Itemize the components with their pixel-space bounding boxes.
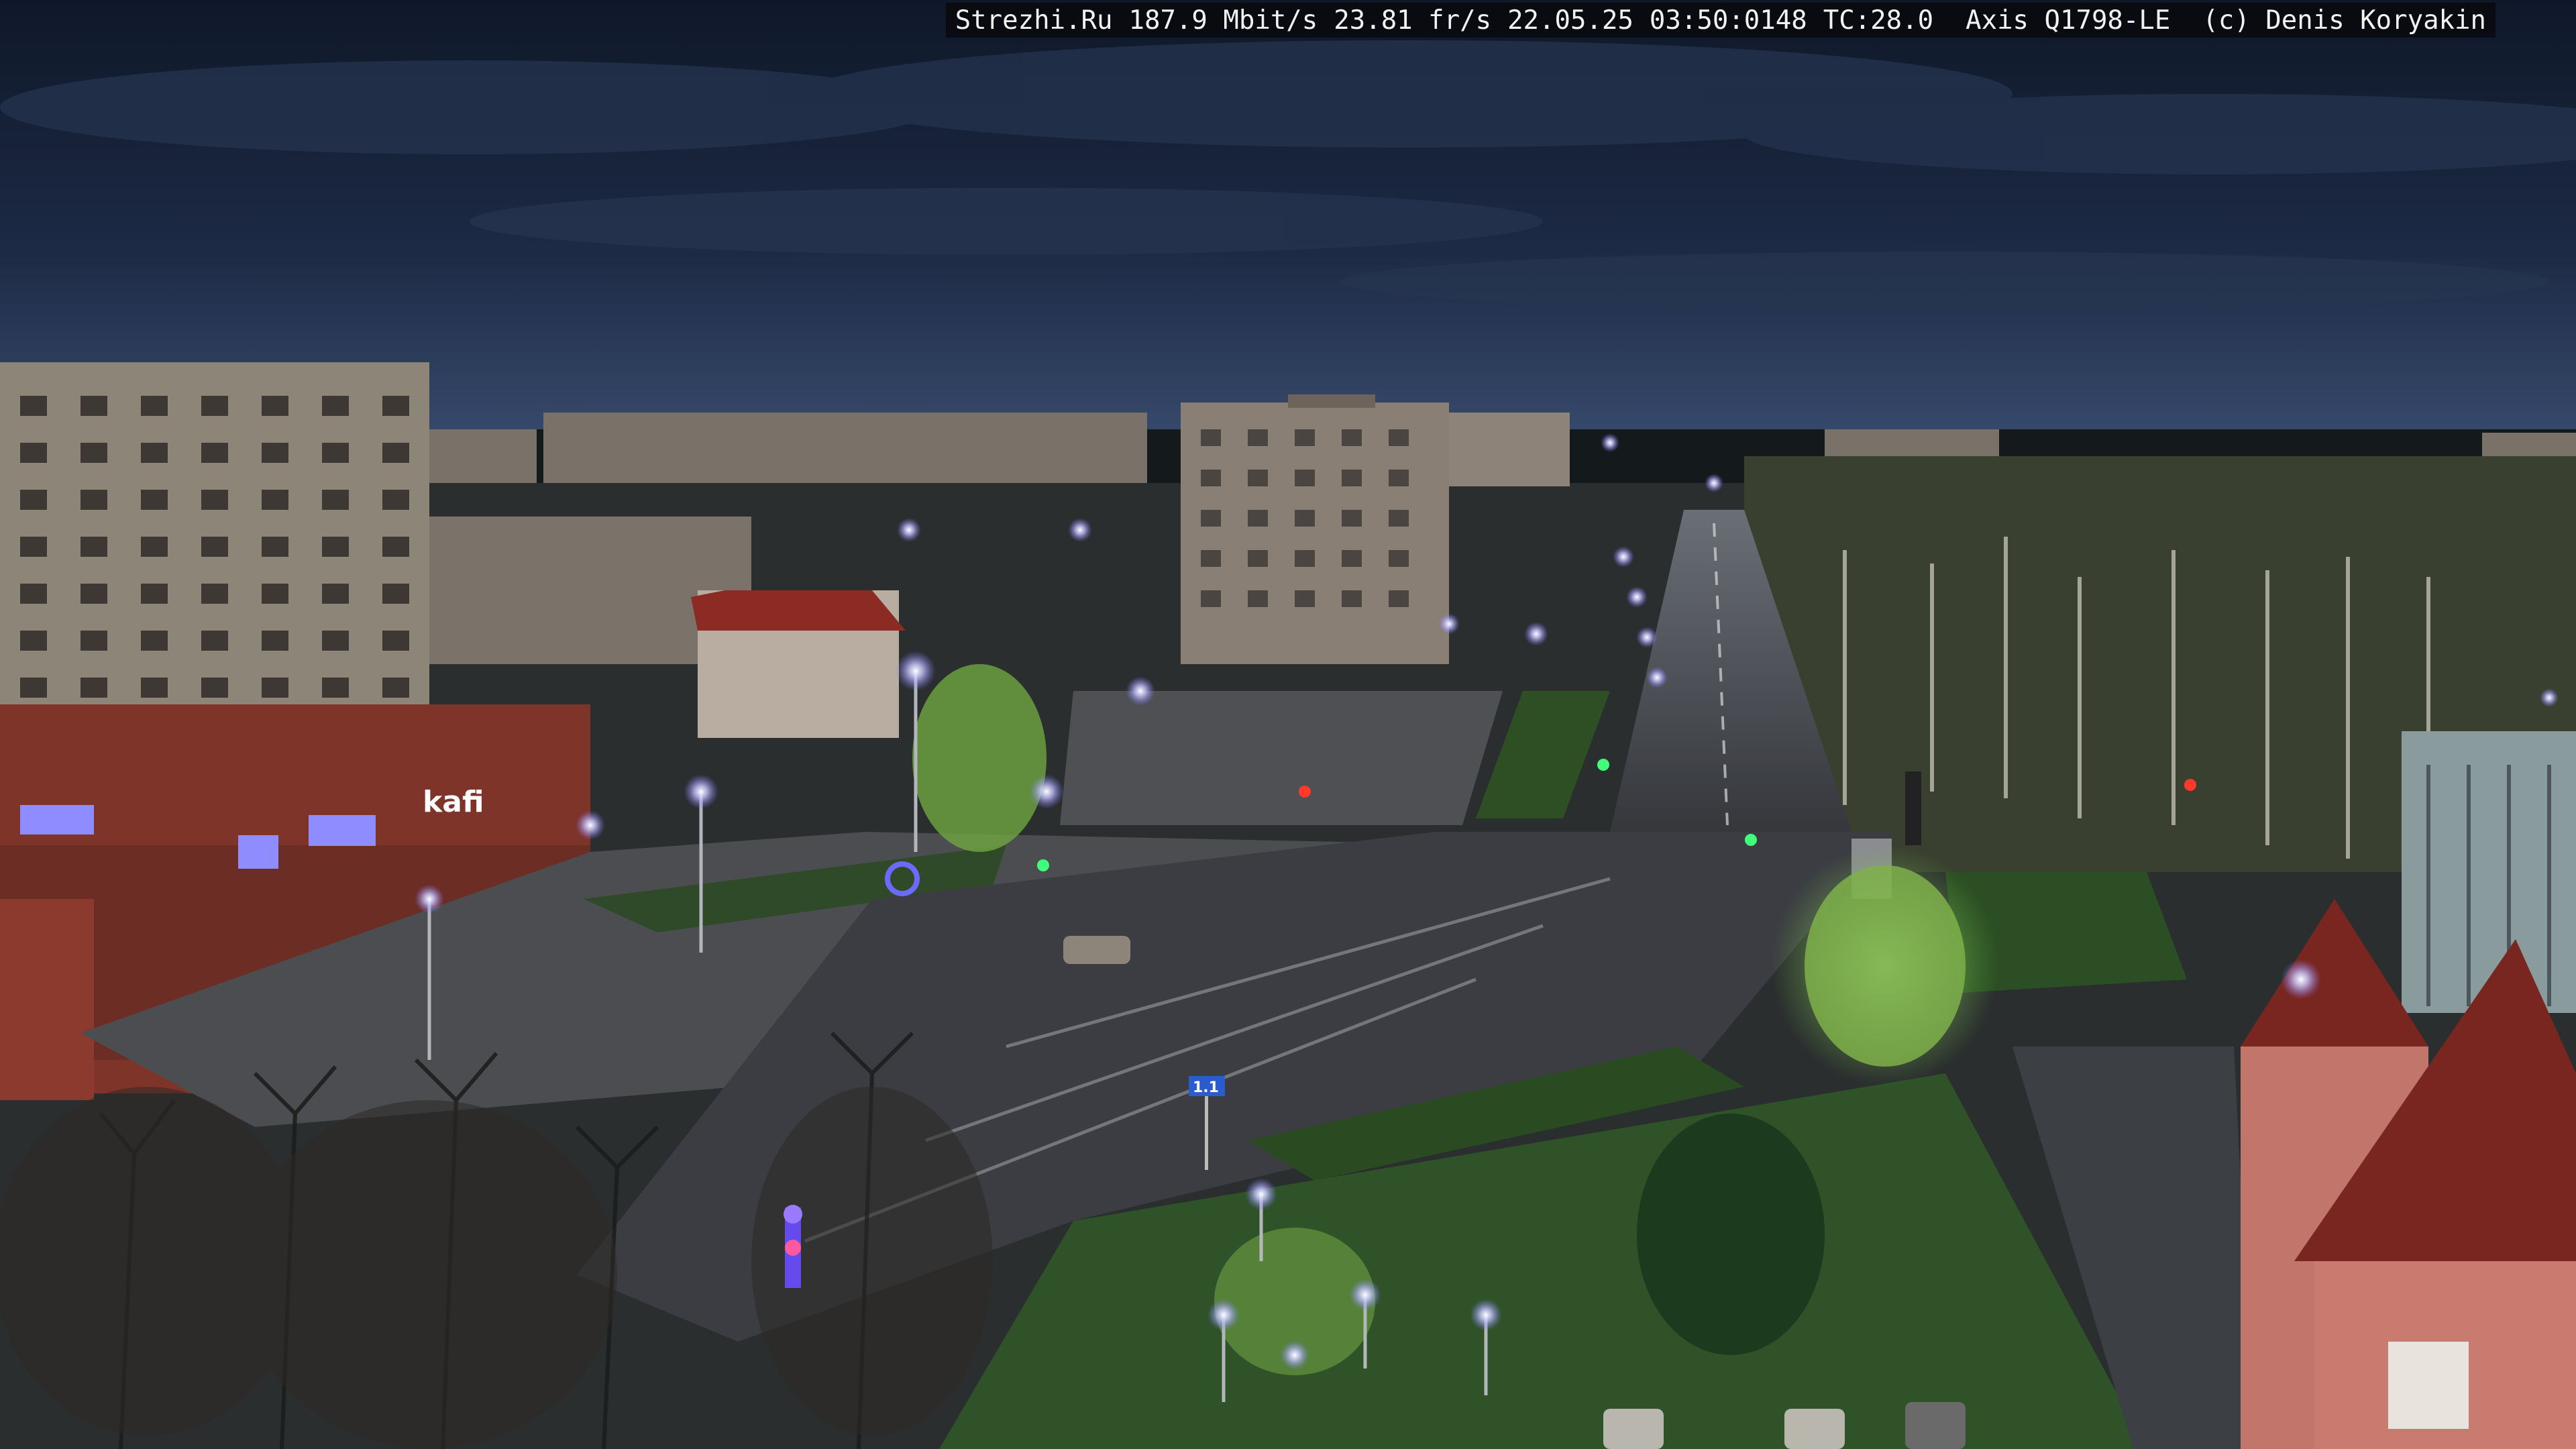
- monument-statue: [1905, 771, 1921, 845]
- city-night-scene: kafi 1.1: [0, 0, 2576, 1449]
- lit-tree-left: [912, 664, 1046, 852]
- overlay-date: 22.05.25: [1507, 5, 1633, 36]
- central-tower-roof: [1288, 394, 1375, 408]
- overlay-copyright: (c) Denis Koryakin: [2202, 5, 2486, 36]
- store-sign: kafi: [423, 785, 484, 819]
- camera-overlay-bar: Strezhi.Ru 187.9 Mbit/s 23.81 fr/s 22.05…: [945, 3, 2496, 38]
- decorative-light-column: [784, 1205, 802, 1288]
- lit-tree: [1805, 865, 1966, 1067]
- red-roof: [691, 590, 906, 631]
- building-right-back: [1449, 413, 1570, 486]
- back-parking-lot: [1060, 691, 1503, 825]
- road-sign-text: 1.1: [1193, 1079, 1219, 1096]
- spruce-tree: [1637, 1114, 1825, 1355]
- red-tower-window: [2388, 1342, 2469, 1429]
- webcam-frame: kafi 1.1 Strezhi.Ru 187.9 Mbit/s 23.81 f…: [0, 0, 2576, 1449]
- parked-car: [1063, 936, 1130, 964]
- road-sign-post: [1205, 1096, 1208, 1170]
- storefront-corner: [0, 899, 94, 1100]
- overlay-bitrate: 187.9 Mbit/s: [1128, 5, 1318, 36]
- overlay-time: 03:50:0148: [1649, 5, 1807, 36]
- overlay-framerate: 23.81 fr/s: [1334, 5, 1492, 36]
- foreground-bare-tree-canopies: [0, 1087, 993, 1449]
- overlay-site: Strezhi.Ru: [955, 5, 1113, 36]
- overlay-camera: Axis Q1798-LE: [1966, 5, 2171, 36]
- overlay-tc: TC:28.0: [1823, 5, 1934, 36]
